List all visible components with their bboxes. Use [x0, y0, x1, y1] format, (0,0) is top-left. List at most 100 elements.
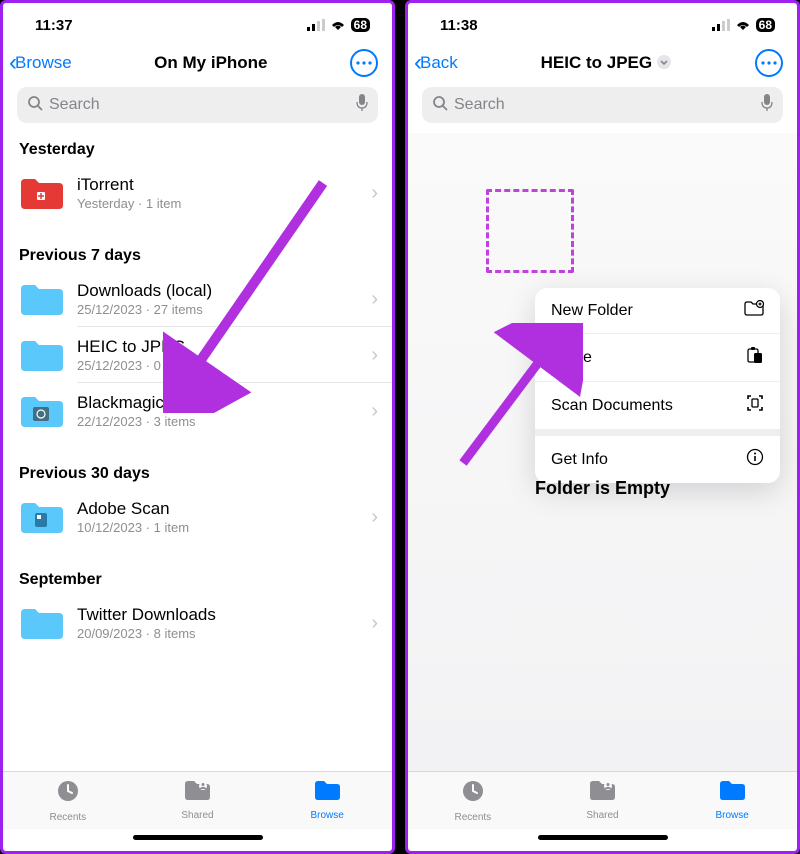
tab-recents[interactable]: Recents	[28, 778, 108, 827]
battery-icon: 68	[756, 18, 775, 32]
menu-label: Scan Documents	[551, 397, 673, 415]
screenshot-right: 11:38 68 ‹ Back HEIC to JPEG	[405, 0, 800, 854]
search-input[interactable]	[454, 96, 755, 114]
scan-icon	[746, 394, 764, 417]
folder-row[interactable]: Downloads (local) 25/12/2023 · 27 items …	[3, 271, 392, 327]
back-label: Browse	[15, 53, 72, 73]
page-title: On My iPhone	[154, 53, 267, 73]
tab-shared[interactable]: Shared	[562, 778, 642, 827]
search-bar[interactable]	[17, 87, 378, 123]
status-bar: 11:38 68	[408, 3, 797, 43]
status-icons: 68	[307, 18, 370, 32]
browse-folder-icon	[313, 778, 341, 808]
folder-name: Blackmagic Cam	[77, 393, 371, 413]
cellular-icon	[712, 19, 730, 31]
chevron-right-icon: ›	[371, 612, 378, 635]
chevron-right-icon: ›	[371, 506, 378, 529]
clock-icon	[55, 778, 81, 810]
browse-folder-icon	[718, 778, 746, 808]
tab-label: Browse	[310, 810, 343, 821]
new-folder-icon	[744, 300, 764, 321]
chevron-right-icon: ›	[371, 400, 378, 423]
menu-label: Get Info	[551, 451, 608, 469]
tab-browse[interactable]: Browse	[287, 778, 367, 827]
folder-name: iTorrent	[77, 175, 371, 195]
folder-icon	[19, 605, 63, 641]
status-time: 11:38	[440, 17, 478, 34]
menu-new-folder[interactable]: New Folder	[535, 288, 780, 334]
folder-meta: 10/12/2023 · 1 item	[77, 520, 371, 535]
tab-label: Shared	[181, 810, 213, 821]
folder-icon	[19, 175, 63, 211]
chevron-right-icon: ›	[371, 182, 378, 205]
paste-icon	[746, 346, 764, 369]
search-input[interactable]	[49, 96, 350, 114]
folder-row[interactable]: Adobe Scan 10/12/2023 · 1 item ›	[3, 489, 392, 545]
search-icon	[432, 95, 448, 116]
chevron-down-icon	[656, 54, 672, 73]
mic-icon[interactable]	[761, 94, 773, 116]
folder-row[interactable]: Twitter Downloads 20/09/2023 · 8 items ›	[3, 595, 392, 651]
tab-recents[interactable]: Recents	[433, 778, 513, 827]
status-time: 11:37	[35, 17, 73, 34]
folder-meta: 22/12/2023 · 3 items	[77, 414, 371, 429]
more-menu-button[interactable]	[350, 49, 378, 77]
tab-bar: Recents Shared Browse	[408, 771, 797, 829]
folder-name: HEIC to JPEG	[77, 337, 371, 357]
tab-label: Recents	[454, 812, 491, 823]
status-bar: 11:37 68	[3, 3, 392, 43]
wifi-icon	[734, 19, 752, 31]
empty-state-label: Folder is Empty	[408, 478, 797, 499]
section-header: September	[3, 563, 392, 595]
shared-folder-icon	[588, 778, 616, 808]
mic-icon[interactable]	[356, 94, 368, 116]
folder-row[interactable]: iTorrent Yesterday · 1 item ›	[3, 165, 392, 221]
folder-meta: 25/12/2023 · 0 items	[77, 358, 371, 373]
shared-folder-icon	[183, 778, 211, 808]
folder-icon	[19, 337, 63, 373]
menu-paste[interactable]: Paste	[535, 334, 780, 382]
tab-label: Shared	[586, 810, 618, 821]
more-menu-button[interactable]	[755, 49, 783, 77]
folder-meta: Yesterday · 1 item	[77, 196, 371, 211]
tab-bar: Recents Shared Browse	[3, 771, 392, 829]
folder-meta: 25/12/2023 · 27 items	[77, 302, 371, 317]
folder-row[interactable]: HEIC to JPEG 25/12/2023 · 0 items ›	[3, 327, 392, 383]
home-indicator[interactable]	[3, 829, 392, 851]
menu-scan-documents[interactable]: Scan Documents	[535, 382, 780, 430]
screenshot-left: 11:37 68 ‹ Browse On My iPhone Yesterday	[0, 0, 395, 854]
menu-label: New Folder	[551, 302, 633, 320]
file-list[interactable]: Yesterday iTorrent Yesterday · 1 item › …	[3, 133, 392, 771]
search-icon	[27, 95, 43, 116]
page-title[interactable]: HEIC to JPEG	[541, 53, 672, 73]
back-button[interactable]: ‹ Back	[414, 49, 458, 77]
folder-content-area[interactable]: New Folder Paste Scan Documents Get Info	[408, 133, 797, 771]
section-header: Yesterday	[3, 133, 392, 165]
selection-marquee	[486, 189, 574, 273]
folder-name: Adobe Scan	[77, 499, 371, 519]
status-icons: 68	[712, 18, 775, 32]
clock-icon	[460, 778, 486, 810]
nav-bar: ‹ Back HEIC to JPEG	[408, 43, 797, 87]
tab-browse[interactable]: Browse	[692, 778, 772, 827]
section-header: Previous 30 days	[3, 457, 392, 489]
home-indicator[interactable]	[408, 829, 797, 851]
battery-icon: 68	[351, 18, 370, 32]
info-icon	[746, 448, 764, 471]
menu-get-info[interactable]: Get Info	[535, 436, 780, 483]
folder-name: Twitter Downloads	[77, 605, 371, 625]
chevron-right-icon: ›	[371, 288, 378, 311]
search-bar[interactable]	[422, 87, 783, 123]
folder-row[interactable]: Blackmagic Cam 22/12/2023 · 3 items ›	[3, 383, 392, 439]
tab-shared[interactable]: Shared	[157, 778, 237, 827]
menu-label: Paste	[551, 349, 592, 367]
back-label: Back	[420, 53, 458, 73]
folder-icon	[19, 281, 63, 317]
tab-label: Recents	[49, 812, 86, 823]
nav-bar: ‹ Browse On My iPhone	[3, 43, 392, 87]
section-header: Previous 7 days	[3, 239, 392, 271]
folder-meta: 20/09/2023 · 8 items	[77, 626, 371, 641]
back-button[interactable]: ‹ Browse	[9, 49, 72, 77]
folder-icon	[19, 499, 63, 535]
context-menu: New Folder Paste Scan Documents Get Info	[535, 288, 780, 483]
